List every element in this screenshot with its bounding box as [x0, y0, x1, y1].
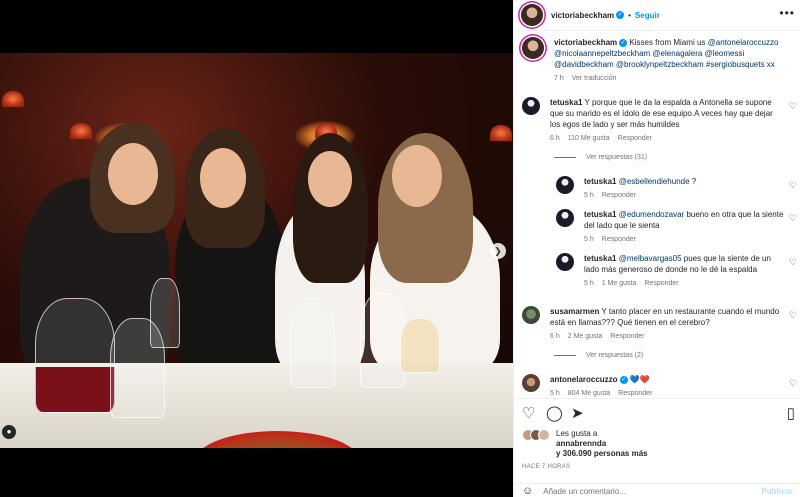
bookmark-icon[interactable]: ▯ [787, 404, 795, 422]
view-replies-link[interactable]: Ver respuestas (2) [554, 352, 643, 359]
avatar[interactable] [556, 176, 574, 194]
view-replies-link[interactable]: Ver respuestas (31) [554, 154, 647, 161]
comment-item: antonelaroccuzzo ✓ 💙❤️ 5 h 804 Me gusta Res… [522, 374, 784, 398]
like-heart-icon[interactable]: ♡ [522, 404, 535, 422]
lamp-light [2, 91, 24, 107]
comment-time: 5 h [584, 280, 594, 287]
comment-mention[interactable]: @edumendozavar [619, 210, 685, 219]
caption-text: Kisses from Miami us [629, 38, 706, 47]
avatar [538, 429, 550, 441]
avatar[interactable] [521, 4, 543, 26]
like-heart-icon[interactable]: ♡ [789, 101, 797, 112]
post-media-area: ❯ ● [0, 0, 513, 497]
likes-prefix: Les gusta a [556, 429, 598, 438]
caption-time: 7 h [554, 75, 564, 82]
emoji-icon[interactable]: ☺ [522, 485, 533, 497]
comment-username[interactable]: susamarmen [550, 307, 599, 316]
comment-icon[interactable]: ◯ [546, 404, 563, 422]
avatar[interactable] [556, 253, 574, 271]
comment-mention[interactable]: @melbavargas05 [619, 254, 682, 263]
reply-item: tetuska1 @melbavargas05 pues que la sien… [556, 253, 784, 289]
comment-time: 5 h [584, 192, 594, 199]
header-username[interactable]: victoriabeckham [551, 11, 614, 20]
tagged-users-icon[interactable]: ● [2, 425, 16, 439]
comment-likes[interactable]: 1 Me gusta [602, 280, 637, 287]
post-time: HACE 7 HORAS [522, 464, 571, 470]
lamp-light [70, 123, 92, 139]
wine-glass [35, 298, 115, 413]
person-1-face [108, 143, 158, 205]
comment-likes[interactable]: 2 Me gusta [568, 333, 603, 340]
like-heart-icon[interactable]: ♡ [789, 310, 797, 321]
comment-likes[interactable]: 804 Me gusta [568, 390, 610, 397]
reply-button[interactable]: Responder [618, 135, 652, 142]
likes-summary: Les gusta a annabrennda y 306.090 person… [522, 429, 648, 459]
more-horizontal-icon[interactable]: ••• [779, 6, 795, 20]
caption-username[interactable]: victoriabeckham [554, 38, 617, 47]
verified-badge-icon: ✓ [619, 38, 628, 47]
comment-text: Y porque que le da la espalda a Antonell… [550, 98, 773, 129]
comment-likes[interactable]: 110 Me gusta [568, 135, 610, 142]
verified-badge-icon: ✓ [619, 375, 628, 384]
person-2-face [200, 148, 246, 208]
avatar[interactable] [522, 97, 540, 115]
comment-username[interactable]: tetuska1 [584, 210, 616, 219]
like-heart-icon[interactable]: ♡ [789, 180, 797, 191]
avatar[interactable] [522, 306, 540, 324]
reply-button[interactable]: Responder [618, 390, 652, 397]
comment-time: 5 h [584, 236, 594, 243]
caption: victoriabeckham ✓ Kisses from Miami us @a… [522, 37, 792, 84]
publish-button[interactable]: Publicar [761, 487, 793, 496]
comment-username[interactable]: tetuska1 [550, 98, 582, 107]
reply-button[interactable]: Responder [644, 280, 678, 287]
comment-time: 5 h [550, 390, 560, 397]
comment-time: 6 h [550, 333, 560, 340]
water-glass [150, 278, 180, 348]
separator-dot: • [628, 10, 631, 20]
comment-username[interactable]: tetuska1 [584, 177, 616, 186]
follow-button[interactable]: Seguir [635, 11, 660, 20]
like-heart-icon[interactable]: ♡ [789, 213, 797, 224]
person-3-face [308, 151, 352, 207]
add-comment-bar: ☺ Añade un comentario... Publicar [514, 483, 800, 497]
comment-text: 💙❤️ [629, 375, 650, 384]
share-send-icon[interactable]: ➤ [571, 404, 584, 422]
comment-time: 6 h [550, 135, 560, 142]
like-heart-icon[interactable]: ♡ [789, 257, 797, 268]
post-photo[interactable] [0, 53, 513, 448]
reply-button[interactable]: Responder [602, 192, 636, 199]
person-4-face [392, 145, 442, 207]
reply-button[interactable]: Responder [602, 236, 636, 243]
comments-list: victoriabeckham ✓ Kisses from Miami us @a… [514, 31, 800, 398]
comment-username[interactable]: antonelaroccuzzo [550, 375, 618, 384]
likes-others[interactable]: y 306.090 personas más [556, 449, 648, 459]
like-heart-icon[interactable]: ♡ [789, 378, 797, 389]
liker-username[interactable]: annabrennda [556, 439, 648, 449]
post-actions: ♡ ◯ ➤ ▯ Les gusta a annabrennda y 306.09… [514, 398, 800, 497]
post-header: victoriabeckham ✓ • Seguir ••• [514, 0, 800, 31]
comment-item: tetuska1 Y porque que le da la espalda a… [522, 97, 784, 144]
lamp-light [490, 125, 512, 141]
comment-text: ? [691, 177, 697, 186]
translate-link[interactable]: Ver traducción [572, 75, 617, 82]
comment-input[interactable]: Añade un comentario... [543, 487, 626, 496]
drink-glass [400, 318, 440, 373]
comment-item: susamarmen Y tanto placer en un restaura… [522, 306, 784, 342]
next-arrow-icon[interactable]: ❯ [490, 243, 506, 259]
comment-mention[interactable]: @esbellendiehunde [619, 177, 690, 186]
post-side-panel: victoriabeckham ✓ • Seguir ••• victoriab… [513, 0, 800, 497]
comment-username[interactable]: tetuska1 [584, 254, 616, 263]
reply-item: tetuska1 @esbellendiehunde ? 5 h Responde… [556, 176, 784, 201]
avatar[interactable] [522, 374, 540, 392]
water-glass [290, 298, 335, 388]
verified-badge-icon: ✓ [616, 11, 625, 19]
water-glass [360, 293, 405, 388]
reply-button[interactable]: Responder [610, 333, 644, 340]
reply-item: tetuska1 @edumendozavar bueno en otra qu… [556, 209, 784, 245]
avatar[interactable] [522, 37, 544, 59]
avatar[interactable] [556, 209, 574, 227]
